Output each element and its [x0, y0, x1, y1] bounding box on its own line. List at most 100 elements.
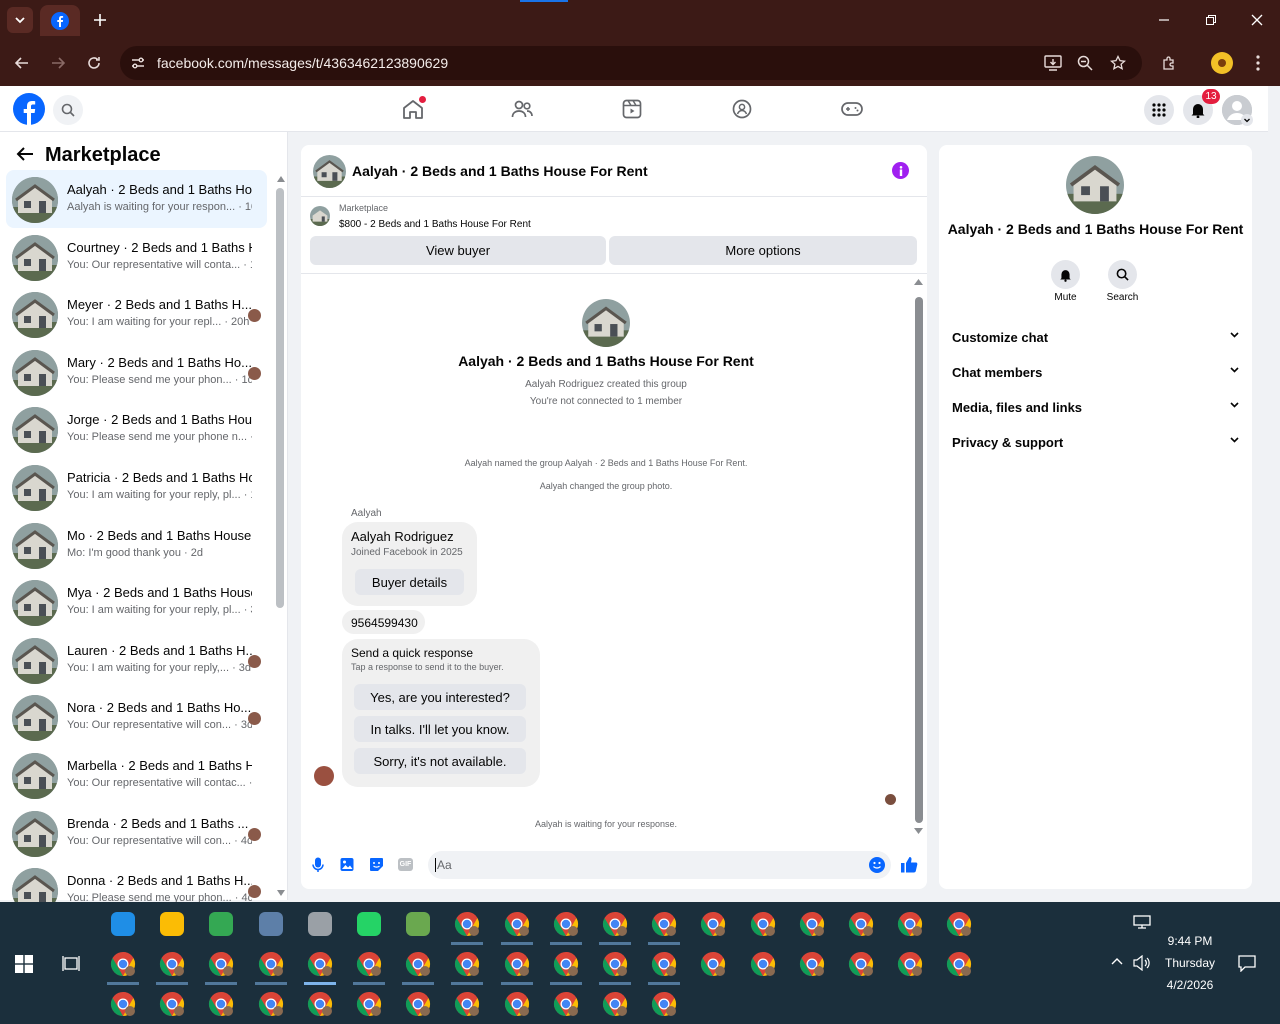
- nav-gaming[interactable]: [840, 98, 864, 120]
- search-chat-button[interactable]: [1108, 260, 1137, 289]
- taskbar-app-icon[interactable]: [256, 909, 286, 939]
- clock-time[interactable]: 9:44 PM: [1150, 934, 1230, 948]
- chrome-window-icon[interactable]: [551, 949, 581, 979]
- tab-search-button[interactable]: [7, 7, 33, 33]
- image-icon[interactable]: [340, 857, 354, 872]
- view-buyer-button[interactable]: View buyer: [310, 236, 606, 265]
- chat-scrollbar[interactable]: [915, 297, 923, 823]
- chrome-window-icon[interactable]: [846, 949, 876, 979]
- chrome-window-icon[interactable]: [797, 949, 827, 979]
- chrome-window-icon[interactable]: [748, 909, 778, 939]
- chrome-window-icon[interactable]: [600, 949, 630, 979]
- microphone-icon[interactable]: [312, 857, 324, 873]
- chrome-window-icon[interactable]: [502, 909, 532, 939]
- chat-members-section[interactable]: Chat members: [952, 365, 1239, 385]
- chrome-window-icon[interactable]: [206, 949, 236, 979]
- chrome-window-icon[interactable]: [452, 949, 482, 979]
- conversation-item[interactable]: Jorge · 2 Beds and 1 Baths Hous... You: P…: [6, 400, 267, 458]
- extensions-button[interactable]: [1158, 52, 1180, 74]
- chrome-window-icon[interactable]: [698, 949, 728, 979]
- conversation-item[interactable]: Mary · 2 Beds and 1 Baths Ho... You: Plea…: [6, 343, 267, 401]
- listing-detail[interactable]: $800 - 2 Beds and 1 Baths House For Rent: [339, 219, 531, 230]
- volume-icon[interactable]: [1133, 955, 1151, 971]
- chrome-window-icon[interactable]: [797, 909, 827, 939]
- chrome-window-icon[interactable]: [748, 949, 778, 979]
- taskbar-app-icon[interactable]: [206, 909, 236, 939]
- reload-button[interactable]: [82, 51, 106, 75]
- address-bar[interactable]: facebook.com/messages/t/4363462123890629: [120, 46, 1142, 80]
- chrome-window-icon[interactable]: [108, 949, 138, 979]
- privacy-support-section[interactable]: Privacy & support: [952, 435, 1239, 455]
- conversation-item[interactable]: Lauren · 2 Beds and 1 Baths H... You: I a…: [6, 631, 267, 689]
- conversation-item[interactable]: Meyer · 2 Beds and 1 Baths H... You: I am…: [6, 285, 267, 343]
- chrome-window-icon[interactable]: [649, 909, 679, 939]
- chrome-window-icon[interactable]: [895, 909, 925, 939]
- facebook-logo-icon[interactable]: [13, 93, 45, 125]
- conversation-item[interactable]: Brenda · 2 Beds and 1 Baths ... You: Our …: [6, 804, 267, 862]
- quick-response-yes[interactable]: Yes, are you interested?: [354, 684, 526, 710]
- taskbar-app-icon[interactable]: [403, 909, 433, 939]
- nav-video[interactable]: [620, 98, 644, 120]
- notification-center-icon[interactable]: [1238, 955, 1256, 972]
- buyer-details-button[interactable]: Buyer details: [355, 569, 464, 595]
- chevron-up-icon[interactable]: [1111, 957, 1123, 965]
- chrome-window-icon[interactable]: [698, 909, 728, 939]
- chat-title[interactable]: Aalyah · 2 Beds and 1 Baths House For Re…: [352, 163, 648, 179]
- minimize-button[interactable]: [1152, 8, 1176, 32]
- site-settings-icon[interactable]: [130, 55, 146, 71]
- message-input[interactable]: Aa: [428, 851, 891, 879]
- chrome-window-icon[interactable]: [403, 949, 433, 979]
- chrome-window-icon[interactable]: [502, 989, 532, 1019]
- back-arrow-icon[interactable]: [16, 146, 34, 162]
- profile-button[interactable]: [1211, 52, 1233, 74]
- chrome-window-icon[interactable]: [551, 989, 581, 1019]
- chrome-window-icon[interactable]: [551, 909, 581, 939]
- conversation-item[interactable]: Courtney · 2 Beds and 1 Baths H... You: O…: [6, 228, 267, 286]
- nav-home[interactable]: [401, 96, 426, 120]
- conversation-item[interactable]: Mo · 2 Beds and 1 Baths House ... Mo: I'm…: [6, 516, 267, 574]
- conversation-item[interactable]: Patricia · 2 Beds and 1 Baths Ho... You: …: [6, 458, 267, 516]
- task-view-icon[interactable]: [62, 955, 80, 972]
- sidebar-scrollbar[interactable]: [276, 188, 284, 608]
- zoom-button[interactable]: [1075, 53, 1095, 73]
- gif-button[interactable]: GIF: [398, 858, 413, 871]
- windows-start-icon[interactable]: [15, 955, 33, 973]
- chrome-window-icon[interactable]: [108, 989, 138, 1019]
- chrome-window-icon[interactable]: [157, 949, 187, 979]
- chrome-window-icon[interactable]: [256, 949, 286, 979]
- chrome-window-icon[interactable]: [649, 949, 679, 979]
- mute-button[interactable]: [1051, 260, 1080, 289]
- account-button[interactable]: [1222, 95, 1253, 126]
- forward-button[interactable]: [46, 51, 70, 75]
- chrome-window-icon[interactable]: [354, 989, 384, 1019]
- chrome-window-icon[interactable]: [649, 989, 679, 1019]
- scroll-down-icon[interactable]: [914, 828, 923, 834]
- chrome-window-icon[interactable]: [354, 949, 384, 979]
- sticker-icon[interactable]: [369, 857, 384, 872]
- chrome-window-icon[interactable]: [403, 989, 433, 1019]
- chrome-window-icon[interactable]: [846, 909, 876, 939]
- chrome-window-icon[interactable]: [206, 989, 236, 1019]
- page-scrollbar[interactable]: [1268, 86, 1280, 900]
- chrome-window-icon[interactable]: [452, 989, 482, 1019]
- network-icon[interactable]: [1133, 915, 1151, 929]
- chrome-window-icon[interactable]: [157, 989, 187, 1019]
- conversation-item[interactable]: Nora · 2 Beds and 1 Baths Ho... You: Our …: [6, 688, 267, 746]
- close-window-button[interactable]: [1245, 8, 1269, 32]
- scroll-down-icon[interactable]: [277, 890, 285, 896]
- nav-friends[interactable]: [510, 98, 534, 120]
- taskbar-app-icon[interactable]: [157, 909, 187, 939]
- chrome-window-icon[interactable]: [305, 949, 335, 979]
- chrome-window-icon[interactable]: [600, 989, 630, 1019]
- clock-date[interactable]: 4/2/2026: [1150, 978, 1230, 992]
- menu-button[interactable]: [1144, 95, 1174, 125]
- back-button[interactable]: [10, 51, 34, 75]
- chrome-window-icon[interactable]: [256, 989, 286, 1019]
- chrome-window-icon[interactable]: [452, 909, 482, 939]
- chrome-window-icon[interactable]: [600, 909, 630, 939]
- restore-button[interactable]: [1199, 8, 1223, 32]
- scroll-up-icon[interactable]: [277, 176, 285, 182]
- quick-response-talks[interactable]: In talks. I'll let you know.: [354, 716, 526, 742]
- conversation-item[interactable]: Marbella · 2 Beds and 1 Baths H... You: O…: [6, 746, 267, 804]
- info-button[interactable]: [892, 162, 909, 179]
